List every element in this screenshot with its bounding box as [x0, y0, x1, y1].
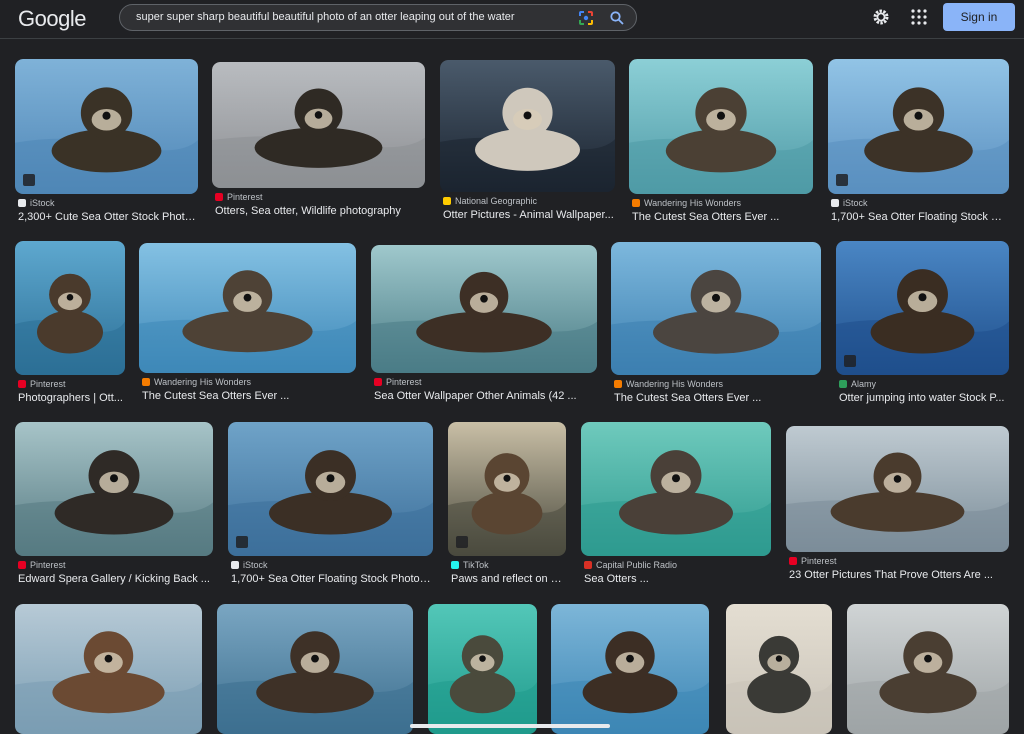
google-logo[interactable]: Google: [18, 6, 86, 32]
result-source[interactable]: Pinterest: [215, 192, 263, 202]
result-source[interactable]: National Geographic: [443, 196, 537, 206]
result-image[interactable]: [212, 62, 425, 188]
search-icon[interactable]: [609, 10, 625, 26]
result-title[interactable]: Otters, Sea otter, Wildlife photography: [215, 205, 424, 217]
apps-grid-icon[interactable]: [909, 7, 929, 27]
image-badge-icon: [456, 536, 468, 548]
result-image[interactable]: [836, 241, 1009, 375]
lens-icon[interactable]: [578, 10, 594, 26]
result-image[interactable]: [228, 422, 433, 556]
search-query[interactable]: super super sharp beautiful beautiful ph…: [136, 11, 515, 23]
result-source[interactable]: TikTok: [451, 560, 489, 570]
sign-in-button[interactable]: Sign in: [943, 3, 1015, 31]
result-source-label: Alamy: [851, 379, 877, 389]
result-title[interactable]: The Cutest Sea Otters Ever ...: [614, 392, 820, 404]
result-title[interactable]: Otter jumping into water Stock P...: [839, 392, 1008, 404]
result-source[interactable]: iStock: [831, 198, 868, 208]
source-favicon-icon: [215, 193, 223, 201]
result-image[interactable]: [786, 426, 1009, 552]
result-image[interactable]: [581, 422, 771, 556]
result-image[interactable]: [726, 604, 832, 734]
result-image[interactable]: [828, 59, 1009, 194]
result-source-label: Capital Public Radio: [596, 560, 678, 570]
source-favicon-icon: [18, 199, 26, 207]
result-source[interactable]: Pinterest: [18, 379, 66, 389]
source-favicon-icon: [839, 380, 847, 388]
result-title[interactable]: 1,700+ Sea Otter Floating Stock Ph...: [831, 211, 1008, 223]
result-image[interactable]: [551, 604, 709, 734]
result-image[interactable]: [15, 422, 213, 556]
result-source[interactable]: Alamy: [839, 379, 876, 389]
source-favicon-icon: [789, 557, 797, 565]
result-source-label: Pinterest: [30, 560, 66, 570]
search-box[interactable]: super super sharp beautiful beautiful ph…: [119, 4, 637, 31]
source-favicon-icon: [18, 380, 26, 388]
result-source[interactable]: Wandering His Wonders: [632, 198, 741, 208]
result-source-label: iStock: [30, 198, 55, 208]
result-title[interactable]: 23 Otter Pictures That Prove Otters Are …: [789, 569, 1008, 581]
image-badge-icon: [844, 355, 856, 367]
source-favicon-icon: [584, 561, 592, 569]
result-image[interactable]: [371, 245, 597, 373]
source-favicon-icon: [451, 561, 459, 569]
source-favicon-icon: [142, 378, 150, 386]
scrollbar[interactable]: [410, 724, 610, 728]
result-source[interactable]: iStock: [231, 560, 268, 570]
top-bar: Google super super sharp beautiful beaut…: [0, 0, 1024, 39]
result-source-label: Wandering His Wonders: [644, 198, 742, 208]
gear-icon[interactable]: [871, 7, 891, 27]
result-title[interactable]: Photographers | Ott...: [18, 392, 124, 404]
source-favicon-icon: [18, 561, 26, 569]
result-image[interactable]: [611, 242, 821, 375]
result-source-label: iStock: [243, 560, 268, 570]
result-source-label: National Geographic: [455, 196, 538, 206]
result-source-label: TikTok: [463, 560, 489, 570]
result-source-label: Wandering His Wonders: [154, 377, 252, 387]
result-source-label: Wandering His Wonders: [626, 379, 724, 389]
source-favicon-icon: [443, 197, 451, 205]
result-image[interactable]: [428, 604, 537, 734]
result-title[interactable]: Edward Spera Gallery / Kicking Back ...: [18, 573, 212, 585]
result-source[interactable]: Pinterest: [789, 556, 837, 566]
result-source[interactable]: Pinterest: [18, 560, 66, 570]
result-source[interactable]: Pinterest: [374, 377, 422, 387]
result-source[interactable]: iStock: [18, 198, 55, 208]
image-badge-icon: [236, 536, 248, 548]
source-favicon-icon: [231, 561, 239, 569]
result-image[interactable]: [139, 243, 356, 373]
result-image[interactable]: [847, 604, 1009, 734]
result-source[interactable]: Capital Public Radio: [584, 560, 677, 570]
result-title[interactable]: 2,300+ Cute Sea Otter Stock Photo...: [18, 211, 197, 223]
source-favicon-icon: [374, 378, 382, 386]
result-source[interactable]: Wandering His Wonders: [142, 377, 251, 387]
result-source-label: Pinterest: [30, 379, 66, 389]
source-favicon-icon: [831, 199, 839, 207]
result-title[interactable]: Sea Otters ...: [584, 573, 770, 585]
result-image[interactable]: [629, 59, 813, 194]
result-source-label: Pinterest: [227, 192, 263, 202]
result-title[interactable]: Paws and reflect on a...: [451, 573, 565, 585]
result-image[interactable]: [15, 604, 202, 734]
result-image[interactable]: [15, 241, 125, 375]
source-favicon-icon: [614, 380, 622, 388]
result-source-label: iStock: [843, 198, 868, 208]
result-image[interactable]: [217, 604, 413, 734]
result-title[interactable]: Otter Pictures - Animal Wallpaper...: [443, 209, 614, 221]
result-title[interactable]: The Cutest Sea Otters Ever ...: [632, 211, 812, 223]
source-favicon-icon: [632, 199, 640, 207]
result-image[interactable]: [15, 59, 198, 194]
result-title[interactable]: 1,700+ Sea Otter Floating Stock Photos .…: [231, 573, 432, 585]
image-badge-icon: [23, 174, 35, 186]
result-source[interactable]: Wandering His Wonders: [614, 379, 723, 389]
result-source-label: Pinterest: [801, 556, 837, 566]
result-source-label: Pinterest: [386, 377, 422, 387]
result-image[interactable]: [440, 60, 615, 192]
result-title[interactable]: Sea Otter Wallpaper Other Animals (42 ..…: [374, 390, 596, 402]
image-badge-icon: [836, 174, 848, 186]
result-title[interactable]: The Cutest Sea Otters Ever ...: [142, 390, 355, 402]
